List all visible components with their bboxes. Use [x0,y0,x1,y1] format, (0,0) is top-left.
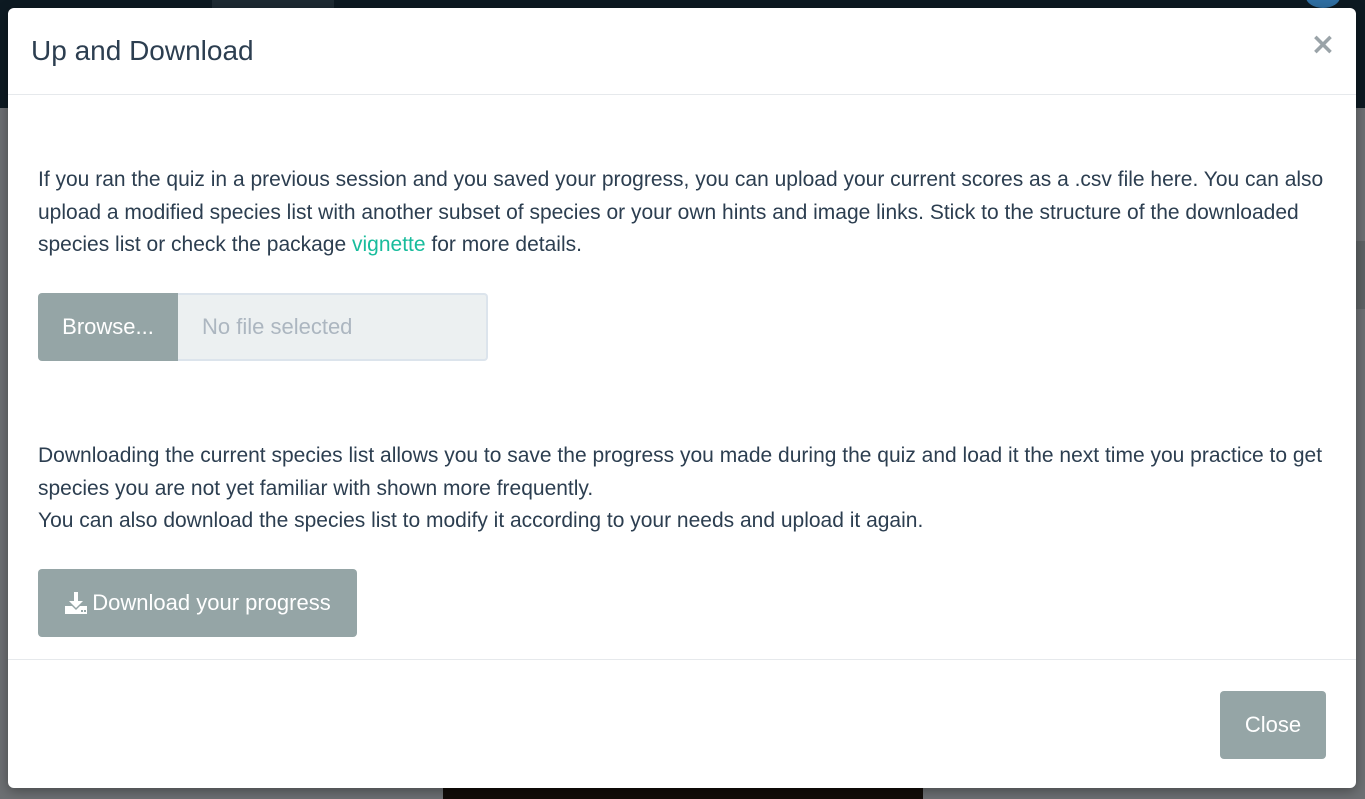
download-progress-button[interactable]: Download your progress [38,569,357,637]
upload-text-start: If you ran the quiz in a previous sessio… [38,168,1324,256]
browse-button[interactable]: Browse... [38,293,178,361]
file-upload-control: Browse... [38,293,488,361]
file-name-field[interactable] [178,293,488,361]
dialog-title: Up and Download [31,35,254,66]
dialog-body: If you ran the quiz in a previous sessio… [8,95,1356,660]
download-text-line2: You can also download the species list t… [38,509,924,532]
download-button-label: Download your progress [92,590,331,615]
up-and-download-dialog: Up and Download × If you ran the quiz in… [8,8,1356,788]
upload-description: If you ran the quiz in a previous sessio… [38,164,1328,262]
background-side-panel [1356,241,1365,309]
upload-text-end: for more details. [425,233,582,256]
close-button[interactable]: Close [1220,691,1326,759]
vignette-link[interactable]: vignette [352,233,426,256]
dialog-footer: Close [8,659,1356,789]
download-description: Downloading the current species list all… [38,440,1328,538]
download-text-line1: Downloading the current species list all… [38,444,1323,500]
close-icon[interactable]: × [1310,30,1336,60]
download-icon [64,591,88,615]
dialog-header: Up and Download × [8,8,1356,95]
